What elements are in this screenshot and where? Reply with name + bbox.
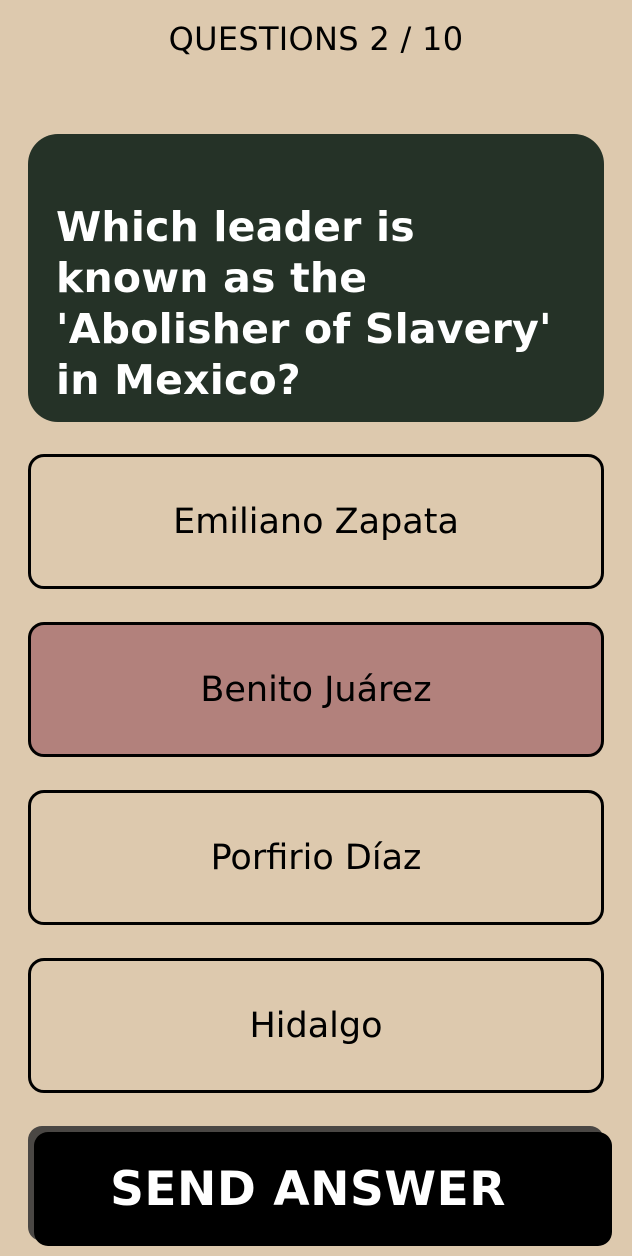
question-text: Which leader is known as the 'Abolisher …	[56, 203, 552, 404]
answer-option-1[interactable]: Emiliano Zapata	[28, 454, 604, 589]
answer-option-3[interactable]: Porfirio Díaz	[28, 790, 604, 925]
answer-option-4[interactable]: Hidalgo	[28, 958, 604, 1093]
question-progress: QUESTIONS 2 / 10	[168, 20, 464, 58]
question-card: Which leader is known as the 'Abolisher …	[28, 134, 604, 422]
quiz-screen: QUESTIONS 2 / 10 Which leader is known a…	[0, 0, 632, 1256]
answer-option-2-selected[interactable]: Benito Juárez	[28, 622, 604, 757]
send-answer-button[interactable]: SEND ANSWER	[34, 1132, 612, 1246]
